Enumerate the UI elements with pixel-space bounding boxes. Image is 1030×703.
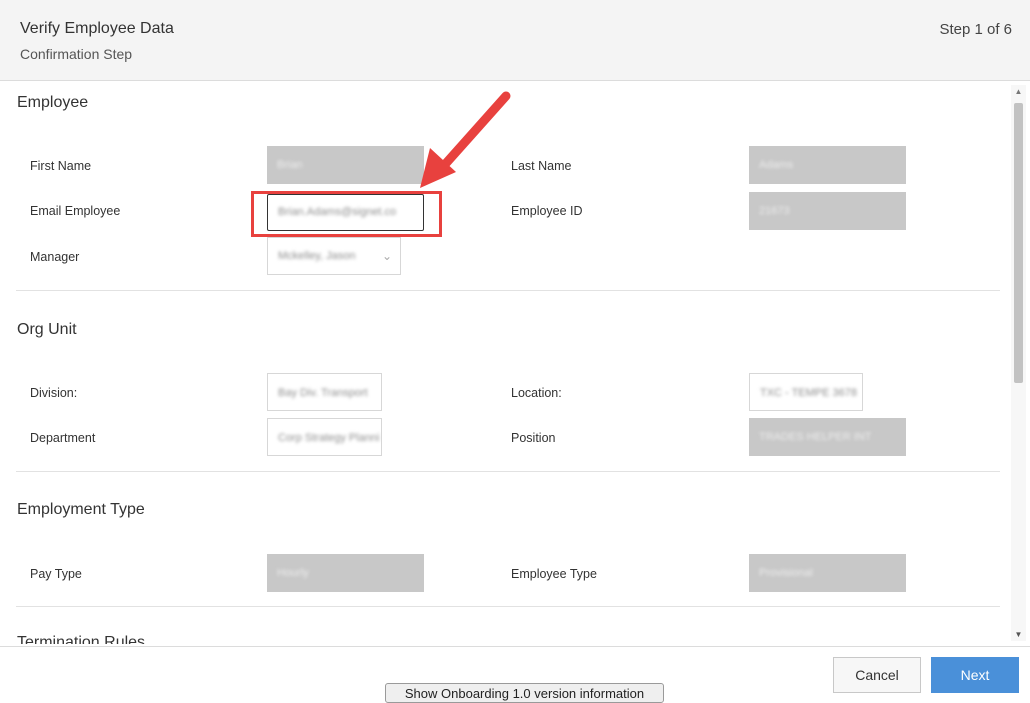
first-name-field: Brian: [267, 146, 424, 184]
manager-select[interactable]: Mckelley, Jason ⌄: [267, 237, 401, 275]
section-divider: [16, 290, 1000, 291]
pay-type-field: Hourly: [267, 554, 424, 592]
scrollbar-thumb[interactable]: [1014, 103, 1023, 383]
scroll-up-icon[interactable]: ▲: [1011, 87, 1026, 96]
division-field[interactable]: Bay Div. Transport: [267, 373, 382, 411]
section-divider: [16, 471, 1000, 472]
show-version-info-button[interactable]: Show Onboarding 1.0 version information: [385, 683, 664, 703]
location-label: Location:: [511, 386, 562, 400]
section-title-partial: Termination Rules: [17, 634, 146, 644]
division-label: Division:: [30, 386, 78, 400]
department-field[interactable]: Corp Strategy Planni: [267, 418, 382, 456]
section-title-org-unit: Org Unit: [17, 321, 77, 338]
employee-id-field: 21673: [749, 192, 906, 230]
location-field[interactable]: TXC - TEMPE 3678: [749, 373, 863, 411]
content-scrollbar[interactable]: ▲ ▼: [1011, 85, 1026, 641]
position-label: Position: [511, 431, 556, 445]
annotation-arrow-icon: [420, 91, 511, 188]
dialog-footer: Cancel Next Show Onboarding 1.0 version …: [0, 646, 1030, 703]
last-name-field: Adams: [749, 146, 906, 184]
scroll-down-icon[interactable]: ▼: [1011, 630, 1026, 639]
pay-type-label: Pay Type: [30, 567, 82, 581]
first-name-label: First Name: [30, 159, 92, 173]
employee-id-label: Employee ID: [511, 204, 583, 218]
chevron-down-icon: ⌄: [381, 249, 392, 263]
section-divider: [16, 606, 1000, 607]
last-name-label: Last Name: [511, 159, 572, 173]
email-label: Email Employee: [30, 204, 121, 218]
position-field: TRADES HELPER INT: [749, 418, 906, 456]
section-title-employee: Employee: [17, 94, 89, 111]
department-label: Department: [30, 431, 96, 445]
dialog-title: Verify Employee Data: [20, 20, 174, 37]
cancel-button[interactable]: Cancel: [833, 657, 921, 693]
manager-label: Manager: [30, 250, 80, 264]
step-indicator: Step 1 of 6: [939, 21, 1012, 38]
section-title-employment-type: Employment Type: [17, 501, 145, 518]
next-button[interactable]: Next: [931, 657, 1019, 693]
employee-type-field: Provisional: [749, 554, 906, 592]
employee-type-label: Employee Type: [511, 567, 597, 581]
dialog-subtitle: Confirmation Step: [20, 46, 133, 62]
